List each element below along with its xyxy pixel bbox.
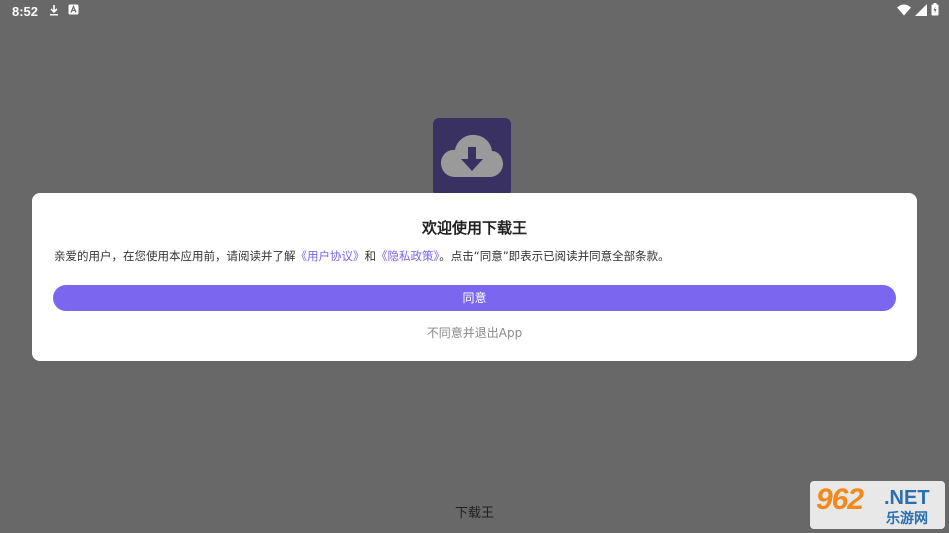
- app-logo: [433, 118, 511, 196]
- wifi-icon: [897, 4, 911, 19]
- download-icon: [48, 4, 60, 16]
- privacy-dialog: 欢迎使用下载王 亲爱的用户，在您使用本应用前，请阅读并了解《用户协议》和《隐私政…: [32, 193, 917, 361]
- a-notification-icon: [68, 4, 80, 16]
- dialog-title: 欢迎使用下载王: [421, 219, 527, 237]
- watermark-net: .NET: [884, 487, 930, 509]
- body-prefix-text: 亲爱的用户，在您使用本应用前，请阅读并了解: [54, 249, 296, 263]
- watermark-subtitle: 乐游网: [886, 511, 928, 527]
- watermark-logo: 962 .NET 乐游网: [810, 481, 945, 529]
- agree-button[interactable]: 同意: [53, 285, 896, 311]
- bottom-app-name: 下载王: [454, 506, 494, 521]
- status-time: 8:52: [12, 4, 39, 19]
- user-agreement-link[interactable]: 《用户协议》: [296, 249, 365, 263]
- privacy-policy-link[interactable]: 《隐私政策》: [376, 249, 439, 263]
- disagree-exit-button[interactable]: 不同意并退出App: [32, 324, 917, 341]
- status-bar: 8:52: [0, 0, 949, 22]
- status-right-icons: [897, 3, 939, 19]
- watermark-number: 962: [816, 483, 864, 516]
- dialog-body: 亲爱的用户，在您使用本应用前，请阅读并了解《用户协议》和《隐私政策》。点击“同意…: [54, 248, 670, 264]
- battery-icon: [931, 3, 939, 19]
- body-and-text: 和: [364, 249, 377, 263]
- body-suffix-text: 。点击“同意”即表示已阅读并同意全部条款。: [439, 249, 670, 263]
- signal-icon: [915, 3, 927, 19]
